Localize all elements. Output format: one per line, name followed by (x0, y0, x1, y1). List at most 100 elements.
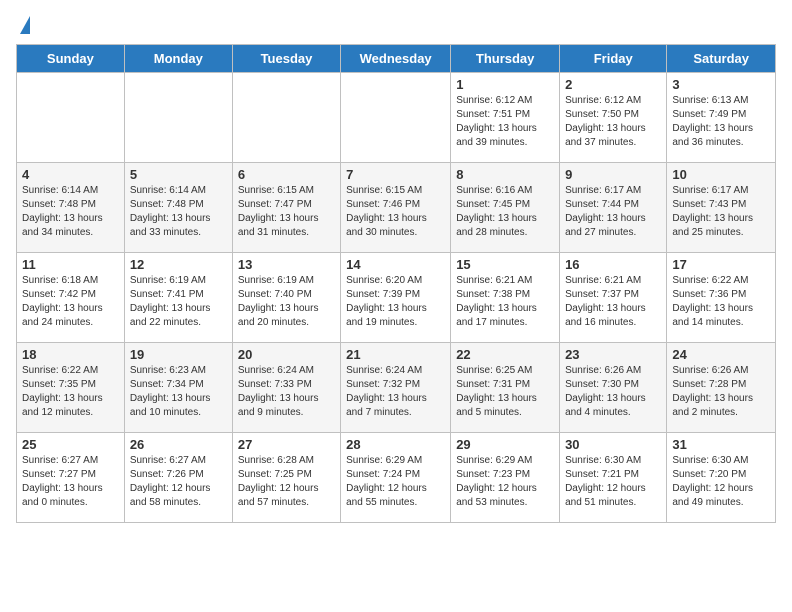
day-number: 24 (672, 347, 770, 362)
day-cell: 22 Sunrise: 6:25 AMSunset: 7:31 PMDayligh… (451, 343, 560, 433)
day-number: 18 (22, 347, 119, 362)
day-info: Sunrise: 6:28 AMSunset: 7:25 PMDaylight:… (238, 454, 335, 510)
day-number: 6 (238, 167, 335, 182)
day-number: 28 (346, 437, 445, 452)
week-row-2: 4 Sunrise: 6:14 AMSunset: 7:48 PMDaylight… (17, 163, 776, 253)
day-number: 7 (346, 167, 445, 182)
day-number: 30 (565, 437, 661, 452)
day-number: 1 (456, 77, 554, 92)
col-header-saturday: Saturday (667, 45, 776, 73)
day-cell: 21Sunrise: 6:24 AMSunset: 7:32 PMDayligh… (341, 343, 451, 433)
day-info: Sunrise: 6:30 AMSunset: 7:20 PMDaylight:… (672, 454, 770, 510)
day-info: Sunrise: 6:22 AMSunset: 7:35 PMDaylight:… (22, 364, 119, 420)
day-cell: 13 Sunrise: 6:19 AMSunset: 7:40 PMDayligh… (232, 253, 340, 343)
day-cell: 25 Sunrise: 6:27 AMSunset: 7:27 PMDayligh… (17, 433, 125, 523)
day-info: Sunrise: 6:26 AMSunset: 7:28 PMDaylight:… (672, 364, 770, 420)
day-cell: 19Sunrise: 6:23 AMSunset: 7:34 PMDayligh… (124, 343, 232, 433)
day-cell: 2 Sunrise: 6:12 AMSunset: 7:50 PMDaylight… (560, 73, 667, 163)
day-cell: 20 Sunrise: 6:24 AMSunset: 7:33 PMDayligh… (232, 343, 340, 433)
day-number: 23 (565, 347, 661, 362)
day-info: Sunrise: 6:15 AMSunset: 7:46 PMDaylight:… (346, 184, 445, 240)
day-info: Sunrise: 6:12 AMSunset: 7:50 PMDaylight:… (565, 94, 661, 150)
day-info: Sunrise: 6:19 AMSunset: 7:41 PMDaylight:… (130, 274, 227, 330)
col-header-thursday: Thursday (451, 45, 560, 73)
week-row-1: 1 Sunrise: 6:12 AMSunset: 7:51 PMDaylight… (17, 73, 776, 163)
day-info: Sunrise: 6:26 AMSunset: 7:30 PMDaylight:… (565, 364, 661, 420)
day-number: 22 (456, 347, 554, 362)
day-cell (232, 73, 340, 163)
day-number: 25 (22, 437, 119, 452)
day-cell: 5 Sunrise: 6:14 AMSunset: 7:48 PMDaylight… (124, 163, 232, 253)
day-cell: 9Sunrise: 6:17 AMSunset: 7:44 PMDaylight… (560, 163, 667, 253)
day-cell (124, 73, 232, 163)
col-header-wednesday: Wednesday (341, 45, 451, 73)
day-cell: 3 Sunrise: 6:13 AMSunset: 7:49 PMDaylight… (667, 73, 776, 163)
day-cell: 28 Sunrise: 6:29 AMSunset: 7:24 PMDayligh… (341, 433, 451, 523)
day-number: 3 (672, 77, 770, 92)
day-info: Sunrise: 6:19 AMSunset: 7:40 PMDaylight:… (238, 274, 335, 330)
day-info: Sunrise: 6:13 AMSunset: 7:49 PMDaylight:… (672, 94, 770, 150)
day-info: Sunrise: 6:24 AMSunset: 7:32 PMDaylight:… (346, 364, 445, 420)
logo-triangle-icon (20, 16, 30, 34)
day-info: Sunrise: 6:21 AMSunset: 7:38 PMDaylight:… (456, 274, 554, 330)
day-info: Sunrise: 6:16 AMSunset: 7:45 PMDaylight:… (456, 184, 554, 240)
day-cell: 7 Sunrise: 6:15 AMSunset: 7:46 PMDaylight… (341, 163, 451, 253)
day-cell: 23 Sunrise: 6:26 AMSunset: 7:30 PMDayligh… (560, 343, 667, 433)
day-number: 31 (672, 437, 770, 452)
day-info: Sunrise: 6:30 AMSunset: 7:21 PMDaylight:… (565, 454, 661, 510)
day-info: Sunrise: 6:25 AMSunset: 7:31 PMDaylight:… (456, 364, 554, 420)
day-number: 17 (672, 257, 770, 272)
col-header-tuesday: Tuesday (232, 45, 340, 73)
day-info: Sunrise: 6:14 AMSunset: 7:48 PMDaylight:… (22, 184, 119, 240)
day-info: Sunrise: 6:12 AMSunset: 7:51 PMDaylight:… (456, 94, 554, 150)
page-header (16, 16, 776, 36)
day-cell (17, 73, 125, 163)
day-number: 5 (130, 167, 227, 182)
week-row-4: 18 Sunrise: 6:22 AMSunset: 7:35 PMDayligh… (17, 343, 776, 433)
day-number: 2 (565, 77, 661, 92)
day-info: Sunrise: 6:17 AMSunset: 7:44 PMDaylight:… (565, 184, 661, 240)
day-info: Sunrise: 6:20 AMSunset: 7:39 PMDaylight:… (346, 274, 445, 330)
day-cell: 4 Sunrise: 6:14 AMSunset: 7:48 PMDaylight… (17, 163, 125, 253)
day-cell: 6 Sunrise: 6:15 AMSunset: 7:47 PMDaylight… (232, 163, 340, 253)
day-cell: 14 Sunrise: 6:20 AMSunset: 7:39 PMDayligh… (341, 253, 451, 343)
week-row-5: 25 Sunrise: 6:27 AMSunset: 7:27 PMDayligh… (17, 433, 776, 523)
day-info: Sunrise: 6:14 AMSunset: 7:48 PMDaylight:… (130, 184, 227, 240)
day-number: 13 (238, 257, 335, 272)
day-info: Sunrise: 6:29 AMSunset: 7:24 PMDaylight:… (346, 454, 445, 510)
day-info: Sunrise: 6:27 AMSunset: 7:26 PMDaylight:… (130, 454, 227, 510)
day-number: 10 (672, 167, 770, 182)
day-info: Sunrise: 6:22 AMSunset: 7:36 PMDaylight:… (672, 274, 770, 330)
day-cell: 18 Sunrise: 6:22 AMSunset: 7:35 PMDayligh… (17, 343, 125, 433)
day-number: 16 (565, 257, 661, 272)
day-info: Sunrise: 6:17 AMSunset: 7:43 PMDaylight:… (672, 184, 770, 240)
day-info: Sunrise: 6:27 AMSunset: 7:27 PMDaylight:… (22, 454, 119, 510)
day-number: 29 (456, 437, 554, 452)
day-number: 12 (130, 257, 227, 272)
day-info: Sunrise: 6:15 AMSunset: 7:47 PMDaylight:… (238, 184, 335, 240)
day-cell: 11 Sunrise: 6:18 AMSunset: 7:42 PMDayligh… (17, 253, 125, 343)
calendar-table: SundayMondayTuesdayWednesdayThursdayFrid… (16, 44, 776, 523)
day-cell: 29 Sunrise: 6:29 AMSunset: 7:23 PMDayligh… (451, 433, 560, 523)
day-number: 26 (130, 437, 227, 452)
day-number: 4 (22, 167, 119, 182)
day-info: Sunrise: 6:21 AMSunset: 7:37 PMDaylight:… (565, 274, 661, 330)
day-cell: 15Sunrise: 6:21 AMSunset: 7:38 PMDayligh… (451, 253, 560, 343)
day-info: Sunrise: 6:18 AMSunset: 7:42 PMDaylight:… (22, 274, 119, 330)
day-cell: 12 Sunrise: 6:19 AMSunset: 7:41 PMDayligh… (124, 253, 232, 343)
day-cell: 16 Sunrise: 6:21 AMSunset: 7:37 PMDayligh… (560, 253, 667, 343)
col-header-sunday: Sunday (17, 45, 125, 73)
day-number: 14 (346, 257, 445, 272)
day-cell: 27Sunrise: 6:28 AMSunset: 7:25 PMDayligh… (232, 433, 340, 523)
day-number: 8 (456, 167, 554, 182)
day-info: Sunrise: 6:29 AMSunset: 7:23 PMDaylight:… (456, 454, 554, 510)
day-number: 11 (22, 257, 119, 272)
day-cell: 26 Sunrise: 6:27 AMSunset: 7:26 PMDayligh… (124, 433, 232, 523)
week-row-3: 11 Sunrise: 6:18 AMSunset: 7:42 PMDayligh… (17, 253, 776, 343)
logo (16, 16, 30, 36)
day-number: 20 (238, 347, 335, 362)
day-info: Sunrise: 6:24 AMSunset: 7:33 PMDaylight:… (238, 364, 335, 420)
day-cell: 31 Sunrise: 6:30 AMSunset: 7:20 PMDayligh… (667, 433, 776, 523)
day-cell: 30 Sunrise: 6:30 AMSunset: 7:21 PMDayligh… (560, 433, 667, 523)
day-cell (341, 73, 451, 163)
